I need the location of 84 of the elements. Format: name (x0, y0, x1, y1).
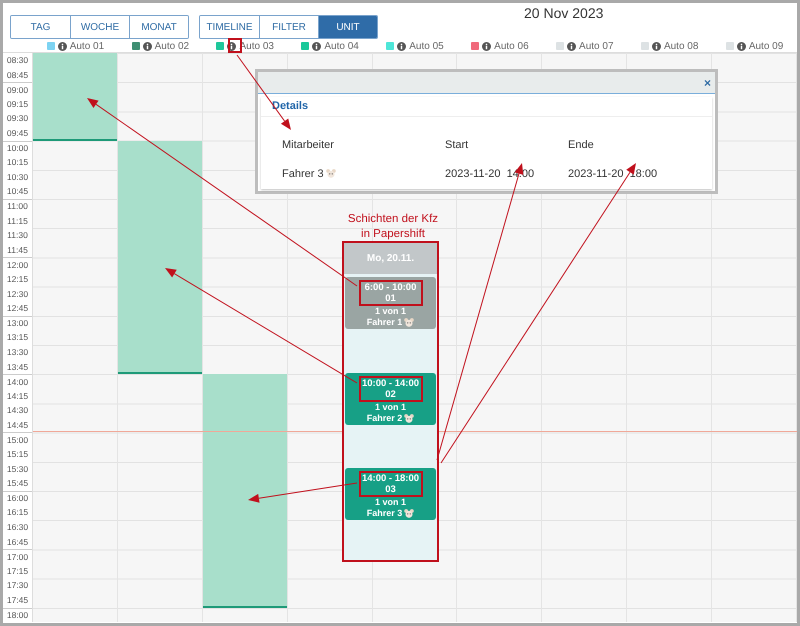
unit-label: Auto 04 (324, 40, 359, 54)
unit-label: Auto 09 (748, 40, 784, 54)
time-label: 13:15 (6, 331, 30, 344)
time-label: 12:00 (3, 257, 32, 272)
info-icon[interactable] (482, 42, 492, 50)
time-label: 13:00 (3, 316, 32, 330)
time-label: 13:30 (6, 346, 30, 359)
time-label: 10:00 (3, 140, 32, 156)
shift-driver: Fahrer 2 (366, 413, 414, 424)
unit-label: Auto 01 (70, 40, 104, 54)
column-header: Mitarbeiter (282, 138, 335, 153)
info-icon[interactable] (567, 42, 576, 50)
time-label: 17:30 (6, 579, 30, 592)
time-label: 17:45 (6, 594, 30, 608)
view-button[interactable]: MONAT (129, 16, 188, 38)
shift-code: 01 (385, 293, 396, 304)
time-label: 09:30 (6, 112, 30, 126)
info-icon[interactable] (58, 42, 67, 50)
info-icon[interactable] (142, 42, 152, 50)
time-label: 16:00 (3, 490, 32, 506)
view-button[interactable]: UNIT (318, 16, 377, 38)
table-cell: Fahrer 3 (282, 166, 445, 182)
time-label: 14:15 (6, 390, 30, 403)
time-label: 09:00 (3, 82, 32, 97)
time-label: 15:00 (3, 432, 32, 448)
unit-label: Auto 02 (154, 40, 190, 54)
time-label: 10:30 (6, 170, 30, 184)
shift-driver: Fahrer 3 (366, 508, 414, 519)
time-label: 12:30 (6, 288, 30, 301)
time-label: 09:15 (6, 98, 30, 111)
time-label: 12:45 (6, 302, 30, 316)
annotation-caption: Schichten der Kfz in Papershift (346, 212, 440, 242)
time-label: 15:30 (6, 462, 30, 476)
info-icon[interactable] (227, 42, 236, 50)
info-icon[interactable] (397, 42, 406, 50)
time-label: 09:45 (6, 127, 30, 140)
shift-time: 14:00 - 18:00 (362, 473, 420, 484)
shift-count: 1 von 1 (374, 306, 406, 317)
time-label: 18:00 (3, 608, 32, 622)
time-label: 14:30 (6, 404, 30, 418)
shift-driver: Fahrer 1 (366, 317, 414, 328)
info-icon[interactable] (312, 42, 322, 50)
day-header: Mo, 20.11. (366, 252, 414, 266)
time-label: 13:45 (6, 360, 30, 374)
shift-code: 02 (385, 389, 396, 400)
close-button[interactable]: × (704, 76, 711, 88)
time-label: 12:15 (6, 272, 30, 286)
info-icon[interactable] (736, 42, 746, 50)
animal-face-icon (326, 169, 336, 178)
info-icon[interactable] (652, 42, 661, 50)
animal-face-icon (404, 414, 414, 423)
column-header: Ende (568, 138, 595, 153)
time-label: 17:00 (3, 549, 32, 564)
shift-count: 1 von 1 (374, 497, 406, 508)
unit-label: Auto 07 (579, 40, 614, 54)
time-label: 15:45 (6, 477, 30, 490)
shift-card[interactable]: 14:00 - 18:00 03 1 von 1 Fahrer 3 (345, 468, 436, 520)
unit-label: Auto 08 (664, 40, 698, 54)
time-label: 14:45 (6, 418, 30, 432)
time-label: 17:15 (6, 564, 30, 578)
time-label: 08:45 (6, 68, 30, 82)
shift-time: 10:00 - 14:00 (362, 378, 420, 389)
shift-card[interactable]: 10:00 - 14:00 02 1 von 1 Fahrer 2 (345, 373, 436, 425)
unit-label: Auto 05 (409, 40, 444, 54)
shift-code: 03 (385, 484, 396, 495)
unit-label: Auto 06 (494, 40, 529, 54)
time-label: 10:45 (6, 185, 30, 198)
animal-face-icon (404, 509, 414, 518)
shift-count: 1 von 1 (374, 402, 406, 413)
date-title: 20 Nov 2023 (524, 4, 604, 23)
time-label: 11:15 (6, 214, 29, 228)
column-header: Start (445, 138, 470, 153)
time-label: 15:15 (6, 448, 30, 462)
time-label: 14:00 (3, 374, 32, 389)
time-label: 16:30 (6, 521, 30, 534)
time-label: 11:45 (6, 244, 29, 257)
animal-face-icon (404, 318, 414, 327)
time-label: 16:45 (6, 536, 30, 549)
time-label: 11:00 (3, 198, 32, 214)
time-label: 08:30 (6, 54, 30, 68)
time-label: 10:15 (6, 156, 30, 170)
shift-time: 6:00 - 10:00 (364, 282, 416, 293)
time-label: 16:15 (6, 506, 30, 520)
time-label: 11:30 (6, 229, 29, 242)
